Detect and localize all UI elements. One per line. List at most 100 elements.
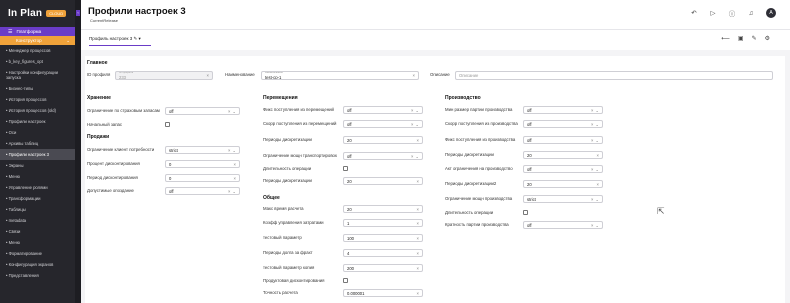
sidebar-item[interactable]: • Связи bbox=[0, 226, 75, 237]
production-field[interactable]: 20 × bbox=[523, 151, 603, 159]
chevron-down-icon[interactable]: ⌄ bbox=[595, 138, 599, 143]
sidebar-item[interactable]: • Меню bbox=[0, 237, 75, 248]
general-field[interactable]: 0.000001 × bbox=[343, 289, 423, 297]
movement-field[interactable]: off × ⌄ bbox=[343, 152, 423, 160]
clear-icon[interactable]: × bbox=[591, 108, 593, 113]
general-field[interactable]: 200 × bbox=[343, 264, 423, 272]
clear-icon[interactable]: × bbox=[597, 182, 599, 187]
movement-checkbox[interactable] bbox=[343, 166, 348, 171]
clear-icon[interactable]: × bbox=[591, 138, 593, 143]
sidebar-constructor[interactable]: Конструктор ⌄ bbox=[0, 36, 75, 45]
sales-field[interactable]: off × ⌄ bbox=[165, 187, 240, 195]
sidebar-item[interactable]: • Архивы таблиц bbox=[0, 138, 75, 149]
avatar[interactable]: A bbox=[766, 8, 776, 18]
clear-icon[interactable]: × bbox=[417, 207, 419, 212]
sidebar-item[interactable]: • Представления bbox=[0, 270, 75, 281]
undo-icon[interactable]: ↶ bbox=[690, 9, 698, 17]
sales-field[interactable]: 0 × bbox=[165, 160, 240, 168]
movement-field[interactable]: 20 × bbox=[343, 177, 423, 185]
chevron-down-icon[interactable]: ⌄ bbox=[415, 154, 419, 159]
name-field[interactable]: Наименование * test-cp-1 × bbox=[261, 71, 419, 80]
tab-profile[interactable]: Профиль настроек 3 ✎ ▾ bbox=[89, 36, 151, 46]
sidebar-item[interactable]: • Бизнес-типы bbox=[0, 83, 75, 94]
clear-icon[interactable]: × bbox=[234, 176, 236, 181]
clear-icon[interactable]: × bbox=[591, 122, 593, 127]
back-icon[interactable]: ⟵ bbox=[721, 35, 730, 42]
clear-icon[interactable]: × bbox=[417, 266, 419, 271]
edit-icon[interactable]: ✎ bbox=[752, 35, 757, 42]
play-icon[interactable]: ▷ bbox=[709, 9, 717, 17]
description-field[interactable]: Описание bbox=[455, 71, 773, 80]
clear-icon[interactable]: × bbox=[597, 153, 599, 158]
clear-icon[interactable]: × bbox=[411, 122, 413, 127]
chevron-down-icon[interactable]: ⌄ bbox=[232, 148, 236, 153]
clear-icon[interactable]: × bbox=[591, 167, 593, 172]
chevron-down-icon[interactable]: ⌄ bbox=[595, 108, 599, 113]
clear-icon[interactable]: × bbox=[413, 73, 415, 78]
clear-icon[interactable]: × bbox=[417, 291, 419, 296]
production-field[interactable]: off × ⌄ bbox=[523, 221, 603, 229]
clear-icon[interactable]: × bbox=[411, 154, 413, 159]
collapse-sidebar-button[interactable]: ‹ bbox=[76, 10, 80, 16]
sidebar-item[interactable]: • b_key_figures_opt bbox=[0, 56, 75, 67]
clear-icon[interactable]: × bbox=[228, 109, 230, 114]
chevron-down-icon[interactable]: ⌄ bbox=[595, 122, 599, 127]
clear-icon[interactable]: × bbox=[411, 108, 413, 113]
sidebar-item[interactable]: • История процессов bbox=[0, 94, 75, 105]
chevron-down-icon[interactable]: ⌄ bbox=[232, 189, 236, 194]
save-icon[interactable]: ▣ bbox=[738, 35, 744, 42]
sidebar-item[interactable]: • Профили настроек 3 bbox=[0, 149, 75, 160]
chevron-down-icon[interactable]: ⌄ bbox=[595, 223, 599, 228]
production-field[interactable]: off × ⌄ bbox=[523, 120, 603, 128]
clear-icon[interactable]: × bbox=[591, 197, 593, 202]
general-field[interactable]: 1 × bbox=[343, 219, 423, 227]
clear-icon[interactable]: × bbox=[417, 236, 419, 241]
sidebar-item[interactable]: • Конфигурация экранов bbox=[0, 259, 75, 270]
clear-icon[interactable]: × bbox=[417, 179, 419, 184]
chevron-down-icon[interactable]: ⌄ bbox=[595, 197, 599, 202]
clear-icon[interactable]: × bbox=[417, 138, 419, 143]
info-icon[interactable]: ⓘ bbox=[728, 8, 736, 18]
sidebar-platform[interactable]: ☰ Платформа bbox=[0, 27, 75, 36]
sidebar-item[interactable]: • Экраны bbox=[0, 160, 75, 171]
sidebar-item[interactable]: • Меню bbox=[0, 171, 75, 182]
general-field[interactable]: 4 × bbox=[343, 249, 423, 257]
storage-checkbox[interactable] bbox=[165, 122, 170, 127]
sidebar-item[interactable]: • metadata bbox=[0, 215, 75, 226]
production-field[interactable]: off × ⌄ bbox=[523, 136, 603, 144]
app-logo[interactable]: In Plan CLOUD bbox=[0, 0, 75, 26]
sidebar-item[interactable]: • Профили настроек bbox=[0, 116, 75, 127]
chevron-down-icon[interactable]: ⌄ bbox=[415, 122, 419, 127]
id-field[interactable]: ID профиля * 233 × bbox=[115, 71, 213, 80]
bell-icon[interactable]: ♫ bbox=[747, 10, 755, 17]
production-field[interactable]: 20 × bbox=[523, 180, 603, 188]
sidebar-item[interactable]: • Трансформации bbox=[0, 193, 75, 204]
production-field[interactable]: off × ⌄ bbox=[523, 165, 603, 173]
general-checkbox[interactable] bbox=[343, 278, 348, 283]
clear-icon[interactable]: × bbox=[417, 221, 419, 226]
general-field[interactable]: 20 × bbox=[343, 205, 423, 213]
clear-icon[interactable]: × bbox=[228, 189, 230, 194]
production-field[interactable]: off × ⌄ bbox=[523, 106, 603, 114]
clear-icon[interactable]: × bbox=[417, 251, 419, 256]
movement-field[interactable]: off × ⌄ bbox=[343, 106, 423, 114]
production-field[interactable]: strict × ⌄ bbox=[523, 195, 603, 203]
sidebar-item[interactable]: • История процессов (old) bbox=[0, 105, 75, 116]
movement-field[interactable]: off × ⌄ bbox=[343, 120, 423, 128]
movement-field[interactable]: 20 × bbox=[343, 136, 423, 144]
chevron-down-icon[interactable]: ⌄ bbox=[415, 108, 419, 113]
sales-field[interactable]: strict × ⌄ bbox=[165, 146, 240, 154]
clear-icon[interactable]: × bbox=[591, 223, 593, 228]
clear-icon[interactable]: × bbox=[207, 73, 209, 78]
general-field[interactable]: 100 × bbox=[343, 234, 423, 242]
chevron-down-icon[interactable]: ⌄ bbox=[232, 109, 236, 114]
sidebar-item[interactable]: • Управление ролями bbox=[0, 182, 75, 193]
production-checkbox[interactable] bbox=[523, 210, 528, 215]
settings-icon[interactable]: ⚙ bbox=[765, 35, 770, 42]
sidebar-item[interactable]: • Менеджер процессов bbox=[0, 45, 75, 56]
clear-icon[interactable]: × bbox=[228, 148, 230, 153]
sales-field[interactable]: 0 × bbox=[165, 174, 240, 182]
sidebar-item[interactable]: • Форматирование bbox=[0, 248, 75, 259]
chevron-down-icon[interactable]: ⌄ bbox=[595, 167, 599, 172]
clear-icon[interactable]: × bbox=[234, 162, 236, 167]
